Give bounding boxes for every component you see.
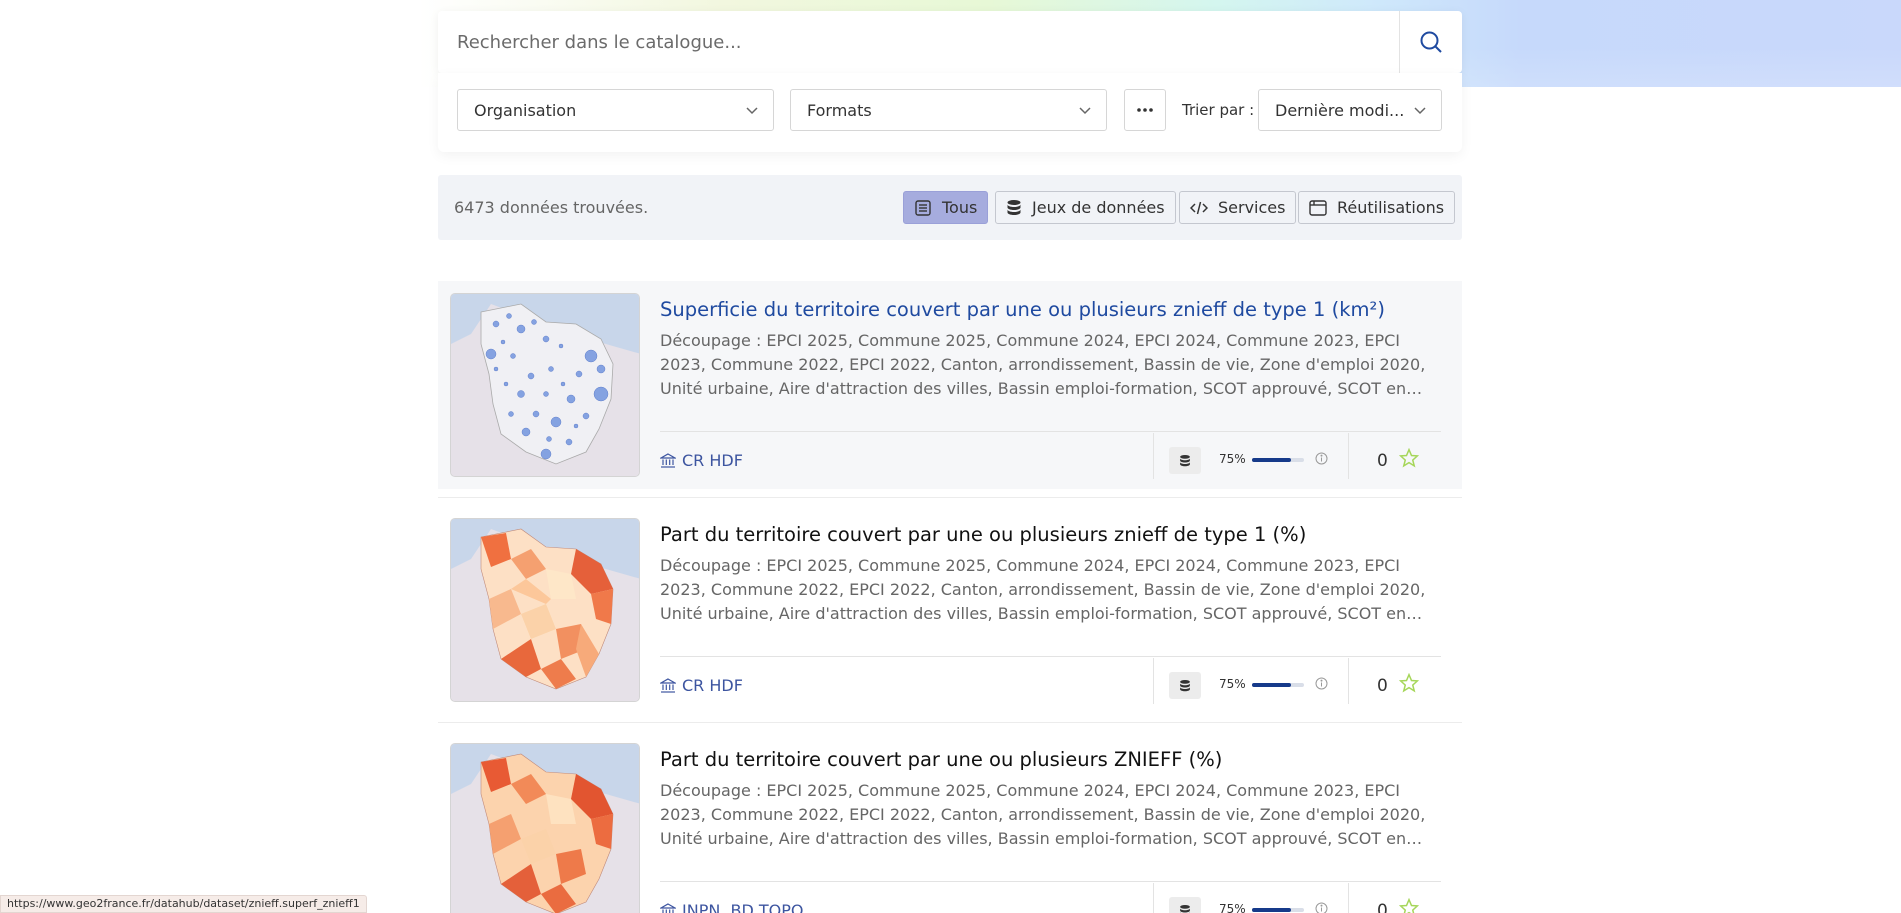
organisation-name: CR HDF	[682, 676, 743, 695]
organisation-name: INPN, BD TOPO	[682, 901, 804, 913]
card-divider	[438, 722, 1462, 723]
star-icon[interactable]	[1399, 673, 1419, 693]
database-icon	[1007, 199, 1021, 215]
organisation-dropdown[interactable]: Organisation	[457, 89, 774, 131]
formats-dropdown[interactable]: Formats	[790, 89, 1107, 131]
quality-bar-fill	[1252, 683, 1291, 687]
status-bar-url: https://www.geo2france.fr/datahub/datase…	[0, 895, 367, 913]
quality-percent: 75%	[1219, 677, 1246, 691]
dataset-title[interactable]: Superficie du territoire couvert par une…	[660, 298, 1385, 321]
dataset-type-badge	[1169, 897, 1201, 913]
quality-bar	[1252, 458, 1304, 462]
dataset-organisation[interactable]: CR HDF	[660, 676, 743, 695]
organisation-name: CR HDF	[682, 451, 743, 470]
dataset-card[interactable]: Part du territoire couvert par une ou pl…	[438, 731, 1462, 913]
favorite-count: 0	[1377, 676, 1388, 696]
dataset-description: Découpage : EPCI 2025, Commune 2025, Com…	[660, 781, 1426, 848]
info-icon[interactable]	[1315, 677, 1328, 690]
dataset-thumbnail	[450, 743, 640, 913]
sort-dropdown-value: Dernière modi...	[1275, 100, 1405, 120]
info-icon[interactable]	[1315, 452, 1328, 465]
code-icon	[1190, 201, 1208, 214]
vertical-divider	[1348, 433, 1349, 479]
dataset-organisation[interactable]: INPN, BD TOPO	[660, 901, 803, 913]
star-icon[interactable]	[1399, 898, 1419, 913]
quality-percent: 75%	[1219, 902, 1246, 913]
institution-icon	[660, 677, 676, 693]
sort-label: Trier par :	[1182, 101, 1255, 119]
organisation-dropdown-label: Organisation	[474, 100, 577, 120]
quality-bar-fill	[1252, 458, 1291, 462]
favorite-count: 0	[1377, 451, 1388, 471]
results-count: 6473 données trouvées.	[454, 198, 649, 217]
dataset-card[interactable]: Part du territoire couvert par une ou pl…	[438, 506, 1462, 714]
dataset-title[interactable]: Part du territoire couvert par une ou pl…	[660, 523, 1306, 546]
quality-bar	[1252, 683, 1304, 687]
more-filters-button[interactable]	[1124, 89, 1166, 131]
search-icon	[1420, 31, 1442, 53]
formats-dropdown-label: Formats	[807, 100, 872, 120]
card-separator	[660, 881, 1441, 882]
chevron-down-icon	[1079, 107, 1091, 115]
vertical-divider	[1153, 658, 1154, 704]
institution-icon	[660, 452, 676, 468]
tab-reuses-label: Réutilisations	[1337, 198, 1445, 217]
card-divider	[438, 497, 1462, 498]
dataset-type-badge	[1169, 672, 1201, 699]
vertical-divider	[1348, 658, 1349, 704]
search-bar	[438, 11, 1462, 73]
quality-bar	[1252, 908, 1304, 912]
filter-panel: Organisation Formats Trier par : Dernièr…	[438, 73, 1462, 152]
dataset-description: Découpage : EPCI 2025, Commune 2025, Com…	[660, 331, 1426, 398]
tab-all[interactable]: Tous	[903, 191, 989, 224]
tab-datasets-label: Jeux de données	[1032, 198, 1165, 217]
list-icon	[915, 199, 931, 216]
tab-services-label: Services	[1218, 198, 1286, 217]
chevron-down-icon	[1414, 107, 1426, 115]
tab-reuses[interactable]: Réutilisations	[1298, 191, 1456, 224]
results-bar: 6473 données trouvées. Tous Jeux de donn…	[438, 175, 1462, 240]
dataset-thumbnail	[450, 518, 640, 702]
dataset-card[interactable]: Superficie du territoire couvert par une…	[438, 281, 1462, 489]
vertical-divider	[1348, 883, 1349, 913]
dataset-description: Découpage : EPCI 2025, Commune 2025, Com…	[660, 556, 1426, 623]
quality-bar-fill	[1252, 908, 1291, 912]
tab-all-label: Tous	[942, 198, 978, 217]
info-icon[interactable]	[1315, 902, 1328, 913]
tab-datasets[interactable]: Jeux de données	[995, 191, 1176, 224]
more-horizontal-icon	[1137, 108, 1153, 112]
dataset-type-badge	[1169, 447, 1201, 474]
dataset-thumbnail	[450, 293, 640, 477]
database-icon	[1180, 904, 1190, 913]
dataset-title[interactable]: Part du territoire couvert par une ou pl…	[660, 748, 1222, 771]
card-separator	[660, 656, 1441, 657]
browser-window-icon	[1309, 199, 1327, 216]
chevron-down-icon	[746, 107, 758, 115]
card-separator	[660, 431, 1441, 432]
sort-dropdown[interactable]: Dernière modi...	[1258, 89, 1442, 131]
database-icon	[1180, 679, 1190, 691]
dataset-organisation[interactable]: CR HDF	[660, 451, 743, 470]
vertical-divider	[1153, 883, 1154, 913]
database-icon	[1180, 454, 1190, 466]
search-input[interactable]	[438, 11, 1399, 73]
institution-icon	[660, 902, 676, 913]
tab-services[interactable]: Services	[1179, 191, 1297, 224]
favorite-count: 0	[1377, 901, 1388, 913]
quality-percent: 75%	[1219, 452, 1246, 466]
search-button[interactable]	[1399, 11, 1462, 73]
star-icon[interactable]	[1399, 448, 1419, 468]
vertical-divider	[1153, 433, 1154, 479]
